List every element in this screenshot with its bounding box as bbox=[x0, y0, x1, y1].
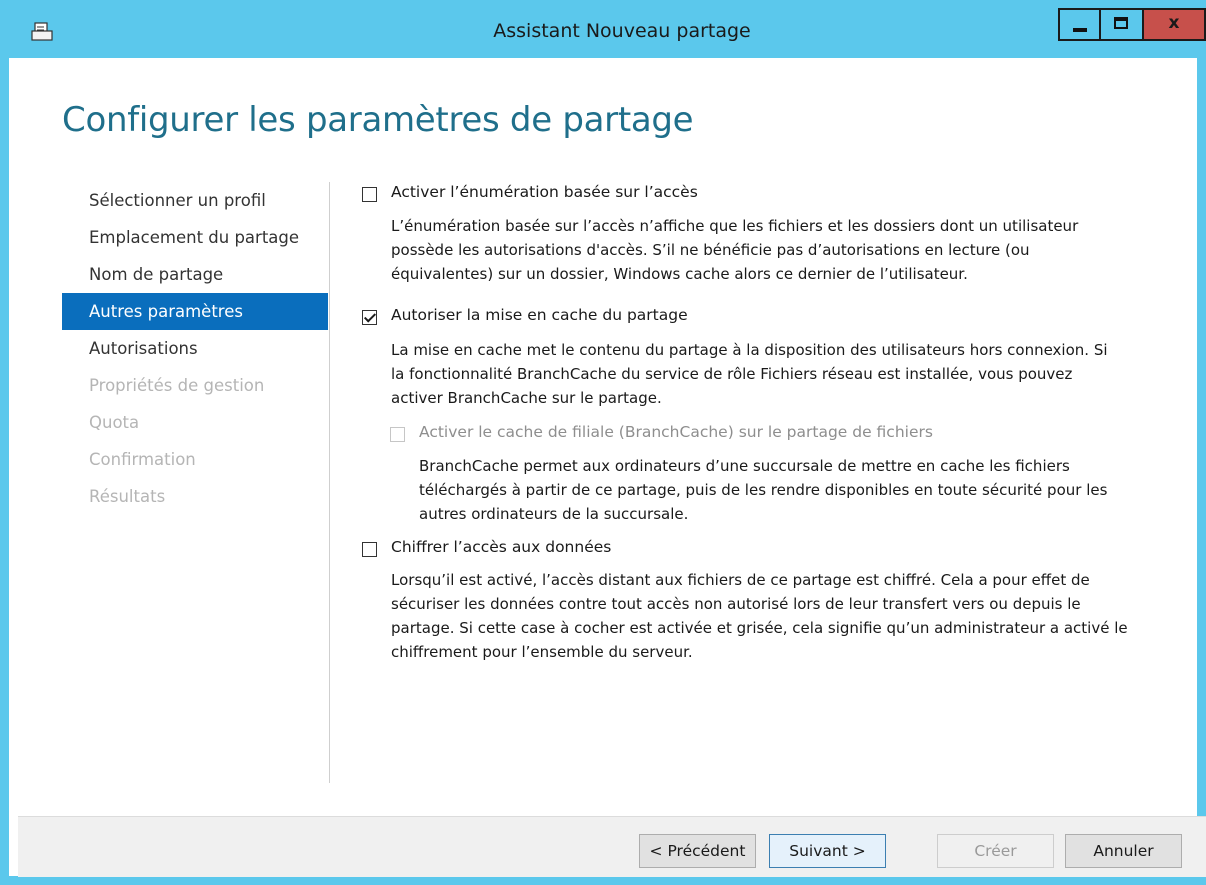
previous-button[interactable]: < Précédent bbox=[639, 834, 756, 868]
desc-line: L’énumération basée sur l’accès n’affich… bbox=[391, 217, 1079, 235]
nav-step-item[interactable]: Autorisations bbox=[62, 330, 328, 367]
window-title: Assistant Nouveau partage bbox=[493, 20, 751, 42]
maximize-button[interactable] bbox=[1101, 8, 1144, 41]
desc-line: possède les autorisations d'accès. S’il … bbox=[391, 241, 1030, 259]
desc-line: la fonctionnalité BranchCache du service… bbox=[391, 365, 1073, 383]
nav-step-item: Résultats bbox=[89, 487, 166, 506]
desc-line: BranchCache permet aux ordinateurs d’une… bbox=[419, 457, 1070, 475]
encrypt-description: Lorsqu’il est activé, l’accès distant au… bbox=[391, 568, 1128, 664]
close-button[interactable]: x bbox=[1144, 8, 1206, 41]
nav-step-item[interactable]: Emplacement du partage bbox=[62, 219, 328, 256]
title-bar[interactable]: Assistant Nouveau partage x bbox=[9, 0, 1206, 58]
nav-step-item: Confirmation bbox=[89, 450, 196, 469]
cancel-button[interactable]: Annuler bbox=[1065, 834, 1182, 868]
minimize-button[interactable] bbox=[1058, 8, 1101, 41]
minimize-icon bbox=[1073, 28, 1087, 32]
close-icon: x bbox=[1168, 13, 1180, 33]
caching-label: Autoriser la mise en cache du partage bbox=[391, 306, 688, 324]
next-button[interactable]: Suivant > bbox=[769, 834, 886, 868]
caching-description: La mise en cache met le contenu du parta… bbox=[391, 338, 1108, 410]
nav-step-item[interactable]: Nom de partage bbox=[62, 256, 328, 293]
branchcache-description: BranchCache permet aux ordinateurs d’une… bbox=[419, 454, 1107, 526]
access-enumeration-checkbox[interactable] bbox=[362, 187, 377, 202]
wizard-window: Assistant Nouveau partage x Configurer l… bbox=[0, 0, 1206, 885]
desc-line: téléchargés à partir de ce partage, puis… bbox=[419, 481, 1108, 499]
create-button: Créer bbox=[937, 834, 1054, 868]
access-enumeration-label: Activer l’énumération basée sur l’accès bbox=[391, 183, 698, 201]
access-enumeration-description: L’énumération basée sur l’accès n’affich… bbox=[391, 214, 1078, 286]
nav-step-item: Quota bbox=[89, 413, 140, 432]
nav-divider bbox=[329, 182, 330, 783]
branchcache-label: Activer le cache de filiale (BranchCache… bbox=[419, 423, 933, 441]
desc-line: activer BranchCache sur le partage. bbox=[391, 389, 662, 407]
page-title: Configurer les paramètres de partage bbox=[62, 100, 694, 140]
desc-line: autres ordinateurs de la succursale. bbox=[419, 505, 689, 523]
nav-step-item[interactable]: Autres paramètres bbox=[62, 293, 328, 330]
encrypt-label: Chiffrer l’accès aux données bbox=[391, 538, 612, 556]
desc-line: La mise en cache met le contenu du parta… bbox=[391, 341, 1108, 359]
wizard-steps-nav: Sélectionner un profil Emplacement du par… bbox=[62, 182, 328, 515]
desc-line: équivalentes) sur un dossier, Windows ca… bbox=[391, 265, 968, 283]
maximize-icon bbox=[1114, 17, 1128, 29]
desc-line: sécuriser les données contre tout accès … bbox=[391, 595, 1081, 613]
nav-step-item[interactable]: Sélectionner un profil bbox=[62, 182, 328, 219]
desc-line: chiffrement pour l’ensemble du serveur. bbox=[391, 643, 693, 661]
branchcache-checkbox[interactable] bbox=[390, 427, 405, 442]
desc-line: partage. Si cette case à cocher est acti… bbox=[391, 619, 1128, 637]
caching-checkbox[interactable] bbox=[362, 310, 377, 325]
wizard-footer: < Précédent Suivant > Créer Annuler bbox=[18, 816, 1206, 877]
desc-line: Lorsqu’il est activé, l’accès distant au… bbox=[391, 571, 1090, 589]
encrypt-checkbox[interactable] bbox=[362, 542, 377, 557]
nav-step-item: Propriétés de gestion bbox=[89, 376, 265, 395]
